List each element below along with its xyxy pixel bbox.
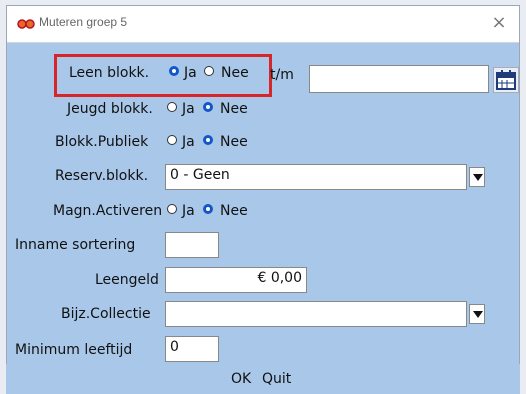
title-bar[interactable]: Muteren groep 5 × <box>7 6 519 43</box>
radio-leen-nee-label: Nee <box>221 65 249 81</box>
label-tm: t/m <box>270 67 294 83</box>
close-button[interactable]: × <box>487 12 511 36</box>
radio-publiek-nee-label: Nee <box>220 134 248 150</box>
ok-button[interactable]: OK <box>231 371 251 387</box>
label-blokk-publiek: Blokk.Publiek <box>55 134 149 150</box>
leengeld-input[interactable]: € 0,00 <box>165 267 307 293</box>
radio-leen-nee[interactable] <box>204 66 214 76</box>
dialog-window: Muteren groep 5 × Leen blokk. Ja Nee t/m… <box>6 5 520 394</box>
label-jeugd-blokk: Jeugd blokk. <box>67 101 153 117</box>
radio-magn-ja-label: Ja <box>182 203 195 219</box>
inname-sortering-input[interactable] <box>165 232 219 258</box>
radio-jeugd-ja-label: Ja <box>182 101 195 117</box>
bijz-collectie-select[interactable] <box>165 301 467 327</box>
minimum-leeftijd-input[interactable]: 0 <box>165 336 219 362</box>
radio-publiek-ja-label: Ja <box>182 134 195 150</box>
tm-input[interactable] <box>309 65 489 93</box>
close-icon: × <box>491 12 507 33</box>
radio-magn-nee[interactable] <box>203 204 213 214</box>
calendar-button[interactable] <box>493 67 519 93</box>
label-leen-blokk: Leen blokk. <box>69 65 150 81</box>
bijz-dropdown-button[interactable] <box>469 304 485 324</box>
radio-publiek-ja[interactable] <box>167 135 177 145</box>
label-bijz-collectie: Bijz.Collectie <box>61 306 151 322</box>
radio-leen-ja-label: Ja <box>184 65 197 81</box>
radio-leen-ja[interactable] <box>169 66 179 76</box>
label-inname-sortering: Inname sortering <box>15 237 136 253</box>
window-title: Muteren groep 5 <box>39 15 128 29</box>
reserv-dropdown-button[interactable] <box>469 167 485 187</box>
calendar-icon <box>496 70 516 90</box>
label-minimum-leeftijd: Minimum leeftijd <box>15 342 133 358</box>
radio-magn-ja[interactable] <box>167 204 177 214</box>
radio-magn-nee-label: Nee <box>220 203 248 219</box>
radio-publiek-nee[interactable] <box>203 135 213 145</box>
quit-button[interactable]: Quit <box>262 371 291 387</box>
label-leengeld: Leengeld <box>95 272 159 288</box>
reserv-blokk-select[interactable]: 0 - Geen <box>165 164 467 190</box>
glasses-icon <box>17 19 35 29</box>
radio-jeugd-ja[interactable] <box>167 102 177 112</box>
label-reserv-blokk: Reserv.blokk. <box>55 168 149 184</box>
button-bar: OK Quit <box>6 364 520 394</box>
label-magn-activeren: Magn.Activeren <box>53 203 163 219</box>
radio-jeugd-nee-label: Nee <box>220 101 248 117</box>
radio-jeugd-nee[interactable] <box>203 102 213 112</box>
